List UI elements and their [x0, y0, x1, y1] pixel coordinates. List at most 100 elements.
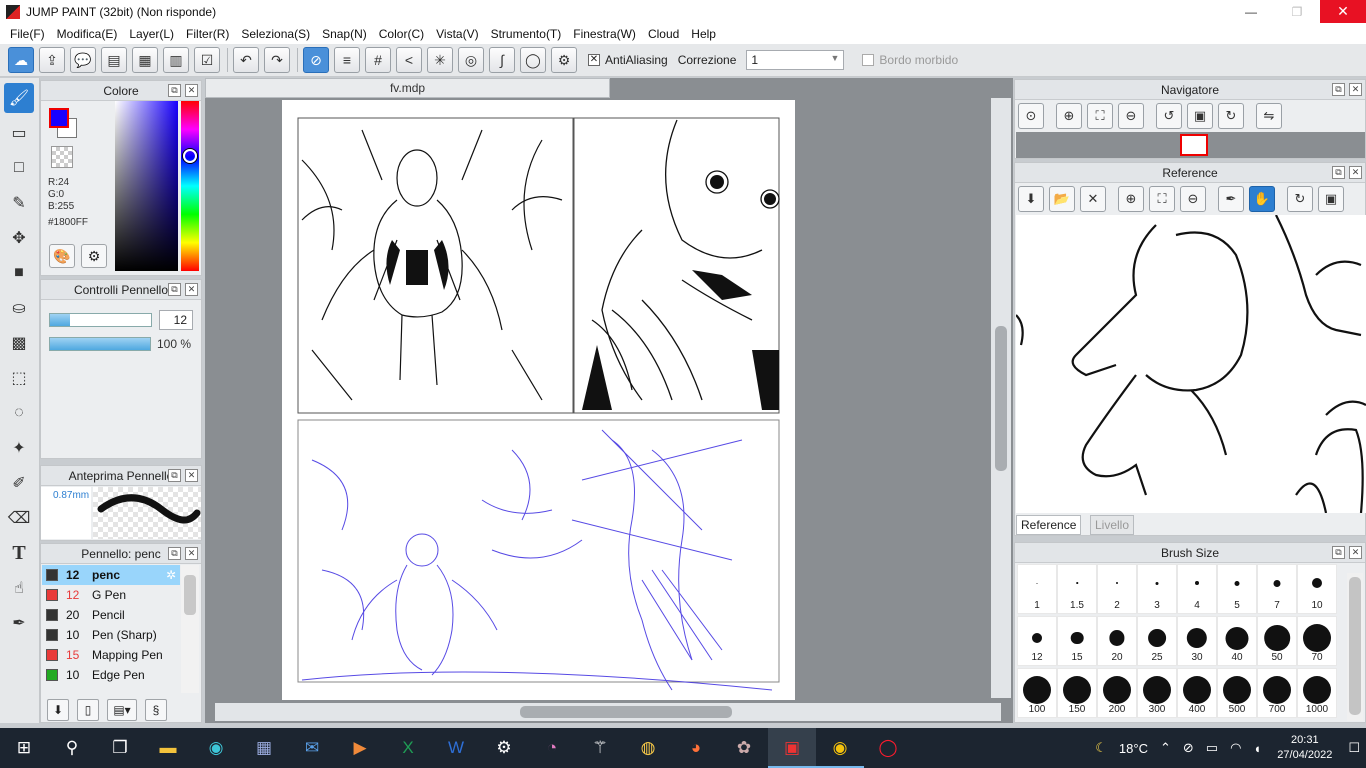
float-panel-icon[interactable]: ⧉ — [1332, 546, 1345, 559]
magic-wand-tool-icon[interactable]: ✦ — [4, 433, 34, 463]
eraser-tool-icon[interactable]: ▭ — [4, 118, 34, 148]
saturation-value-picker[interactable] — [115, 101, 178, 271]
brush-size-option[interactable]: 2 — [1097, 564, 1137, 614]
steam-icon[interactable]: ⚙ — [480, 728, 528, 768]
brush-size-option[interactable]: 1000 — [1297, 668, 1337, 718]
network-disconnected-icon[interactable]: ⊘ — [1183, 740, 1194, 756]
checklist-icon[interactable]: ☑ — [194, 47, 220, 73]
brush-list-item[interactable]: 15 Mapping Pen — [42, 645, 180, 665]
brush-size-option[interactable]: 300 — [1137, 668, 1177, 718]
task-view-icon[interactable]: ❐ — [96, 728, 144, 768]
snap-concentric-icon[interactable]: ◎ — [458, 47, 484, 73]
rotate-left-icon[interactable]: ↺ — [1156, 103, 1182, 129]
brush-size-option[interactable]: 1 — [1017, 564, 1057, 614]
menu-strumento[interactable]: Strumento(T) — [485, 27, 568, 41]
correzione-select[interactable]: 1 ▼ — [746, 50, 845, 70]
word-icon[interactable]: W — [432, 728, 480, 768]
eyedropper-icon[interactable]: ✒ — [1218, 186, 1244, 212]
rectangle-tool-icon[interactable]: □ — [4, 153, 34, 183]
export-icon[interactable]: ⇪ — [39, 47, 65, 73]
fit-window-icon[interactable]: ⛶ — [1149, 186, 1175, 212]
menu-snap[interactable]: Snap(N) — [316, 27, 373, 41]
brush-size-option[interactable]: 15 — [1057, 616, 1097, 666]
chrome-icon[interactable]: ◉ — [816, 728, 864, 768]
transparent-color-swatch[interactable] — [51, 146, 73, 168]
wifi-icon[interactable]: ◠ — [1230, 740, 1241, 756]
paint-palette-icon[interactable]: ✿ — [720, 728, 768, 768]
brush-size-option[interactable]: 200 — [1097, 668, 1137, 718]
eyedropper-tool-icon[interactable]: ✒ — [4, 608, 34, 638]
bucket-tool-icon[interactable]: ⛀ — [4, 293, 34, 323]
excel-icon[interactable]: X — [384, 728, 432, 768]
battery-icon[interactable]: ▭ — [1206, 740, 1218, 756]
bordo-morbido-checkbox[interactable] — [862, 54, 875, 66]
snap-off-icon[interactable]: ⊘ — [303, 47, 329, 73]
menu-help[interactable]: Help — [685, 27, 722, 41]
brush-size-option[interactable]: 1.5 — [1057, 564, 1097, 614]
close-panel-icon[interactable]: ✕ — [185, 84, 198, 97]
canvas-page[interactable] — [282, 100, 795, 700]
comment-icon[interactable]: 💬 — [70, 47, 96, 73]
brush-list-item[interactable]: 10 Pen (Sharp) — [42, 625, 180, 645]
snap-perspective-icon[interactable]: < — [396, 47, 422, 73]
canvas-area[interactable]: fv.mdp — [205, 78, 1013, 723]
flip-horizontal-icon[interactable]: ⇋ — [1256, 103, 1282, 129]
antialiasing-checkbox[interactable]: ✕ — [588, 54, 600, 66]
canvas-vscroll-thumb[interactable] — [995, 326, 1007, 471]
edge-browser-icon[interactable]: ◉ — [192, 728, 240, 768]
brush-size-option[interactable]: 12 — [1017, 616, 1057, 666]
document-tab[interactable]: fv.mdp — [205, 78, 610, 98]
snap-radial-icon[interactable]: ✳ — [427, 47, 453, 73]
opera-icon[interactable]: ◯ — [864, 728, 912, 768]
menu-modifica[interactable]: Modifica(E) — [51, 27, 124, 41]
skyrim-icon[interactable]: ⚚ — [576, 728, 624, 768]
minimize-button[interactable]: — — [1228, 0, 1274, 23]
hand-icon[interactable]: ✋ — [1249, 186, 1275, 212]
brush-size-option[interactable]: 10 — [1297, 564, 1337, 614]
brush-size-option[interactable]: 400 — [1177, 668, 1217, 718]
palette-icon[interactable]: 🎨 — [49, 244, 75, 268]
tab-reference[interactable]: Reference — [1016, 515, 1082, 535]
windows-start-icon[interactable]: ⊞ — [0, 728, 48, 768]
brush-size-scroll-thumb[interactable] — [1349, 577, 1361, 715]
float-panel-icon[interactable]: ⧉ — [168, 469, 181, 482]
menu-layer[interactable]: Layer(L) — [123, 27, 180, 41]
brush-size-option[interactable]: 50 — [1257, 616, 1297, 666]
foreground-color-swatch[interactable] — [49, 108, 69, 128]
palette-settings-icon[interactable]: ⚙ — [81, 244, 107, 268]
float-panel-icon[interactable]: ⧉ — [1332, 166, 1345, 179]
notifications-icon[interactable]: ☐ — [1348, 740, 1360, 756]
brush-size-option[interactable]: 40 — [1217, 616, 1257, 666]
brush-download-icon[interactable]: ⬇ — [47, 699, 69, 721]
fill-rect-tool-icon[interactable]: ■ — [4, 258, 34, 288]
float-panel-icon[interactable]: ⧉ — [168, 283, 181, 296]
menu-filter[interactable]: Filter(R) — [180, 27, 235, 41]
brush-menu-icon[interactable]: ▤▾ — [107, 699, 137, 721]
jump-paint-taskbar-icon[interactable]: ▣ — [768, 728, 816, 768]
brush-list-item[interactable]: 12 G Pen — [42, 585, 180, 605]
canvas-vertical-scrollbar[interactable] — [991, 98, 1011, 698]
hue-slider[interactable] — [181, 101, 199, 271]
zoom-in-icon[interactable]: ⊕ — [1118, 186, 1144, 212]
brush-opacity-slider[interactable] — [49, 337, 151, 351]
zoom-out-icon[interactable]: ⊖ — [1180, 186, 1206, 212]
open-folder-icon[interactable]: 📂 — [1049, 186, 1075, 212]
brush-size-option[interactable]: 150 — [1057, 668, 1097, 718]
select-rect-tool-icon[interactable]: ⬚ — [4, 363, 34, 393]
menu-cloud[interactable]: Cloud — [642, 27, 685, 41]
brush-list-scroll-thumb[interactable] — [184, 575, 196, 615]
brush-list-item[interactable]: 12 penc ✲ — [42, 565, 180, 585]
volume-icon[interactable]: ◖ — [1253, 741, 1261, 756]
brush-size-option[interactable]: 5 — [1217, 564, 1257, 614]
brush-size-slider[interactable] — [49, 313, 152, 327]
close-panel-icon[interactable]: ✕ — [185, 283, 198, 296]
close-button[interactable]: ✕ — [1320, 0, 1366, 23]
tab-livello[interactable]: Livello — [1090, 515, 1135, 535]
mail-icon[interactable]: ✉ — [288, 728, 336, 768]
cloud-icon[interactable]: ☁ — [8, 47, 34, 73]
taskbar-clock[interactable]: 20:31 27/04/2022 — [1277, 733, 1332, 763]
menu-vista[interactable]: Vista(V) — [430, 27, 484, 41]
float-panel-icon[interactable]: ⧉ — [168, 547, 181, 560]
move-tool-icon[interactable]: ✥ — [4, 223, 34, 253]
canvas-horizontal-scrollbar[interactable] — [215, 703, 1001, 721]
